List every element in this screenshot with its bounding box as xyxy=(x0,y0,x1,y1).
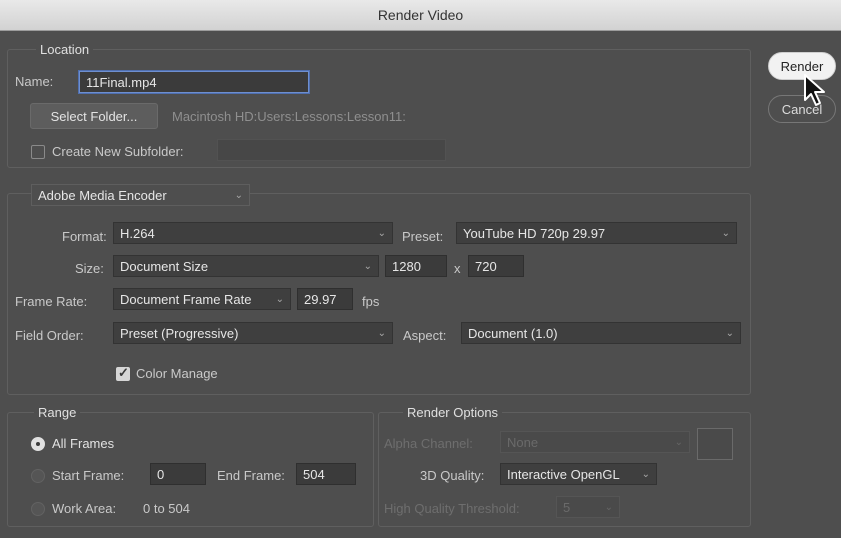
frame-rate-label: Frame Rate: xyxy=(15,294,88,309)
create-subfolder-checkbox[interactable] xyxy=(31,145,45,159)
window-title: Render Video xyxy=(0,0,841,31)
field-order-select[interactable]: Preset (Progressive) ⌄ xyxy=(113,322,393,344)
chevron-down-icon: ⌄ xyxy=(363,261,372,272)
end-frame-label: End Frame: xyxy=(217,468,285,483)
chevron-down-icon: ⌄ xyxy=(725,328,734,339)
size-label: Size: xyxy=(75,261,104,276)
range-legend: Range xyxy=(34,405,81,420)
chevron-down-icon: ⌄ xyxy=(377,228,386,239)
field-order-label: Field Order: xyxy=(15,328,84,343)
work-area-label: Work Area: xyxy=(52,501,117,516)
quality-threshold-select[interactable]: 5 ⌄ xyxy=(556,496,620,518)
format-select-value: H.264 xyxy=(120,226,155,241)
name-label: Name: xyxy=(15,74,54,89)
width-input[interactable]: 1280 xyxy=(385,255,447,277)
start-frame-label: Start Frame: xyxy=(52,468,125,483)
location-legend: Location xyxy=(36,42,94,57)
aspect-select-value: Document (1.0) xyxy=(468,326,558,341)
mouse-pointer-icon xyxy=(804,74,825,106)
encoder-select-value: Adobe Media Encoder xyxy=(38,188,167,203)
quality-select[interactable]: Interactive OpenGL ⌄ xyxy=(500,463,657,485)
quality-select-value: Interactive OpenGL xyxy=(507,467,620,482)
alpha-color-swatch[interactable] xyxy=(697,428,733,460)
all-frames-radio[interactable] xyxy=(31,437,45,451)
preset-select[interactable]: YouTube HD 720p 29.97 ⌄ xyxy=(456,222,737,244)
format-select[interactable]: H.264 ⌄ xyxy=(113,222,393,244)
chevron-down-icon: ⌄ xyxy=(674,437,683,448)
fps-input[interactable]: 29.97 xyxy=(297,288,353,310)
start-frame-radio[interactable] xyxy=(31,469,45,483)
chevron-down-icon: ⌄ xyxy=(377,328,386,339)
aspect-label: Aspect: xyxy=(403,328,447,343)
subfolder-name-input[interactable] xyxy=(217,139,446,161)
quality-label: 3D Quality: xyxy=(420,468,485,483)
render-video-dialog: Location Name: 11Final.mp4 Select Folder… xyxy=(0,31,841,538)
format-label: Format: xyxy=(62,229,107,244)
file-name-input[interactable]: 11Final.mp4 xyxy=(79,71,309,93)
render-options-legend: Render Options xyxy=(403,405,503,420)
alpha-channel-label: Alpha Channel: xyxy=(384,436,473,451)
fps-label: fps xyxy=(362,294,380,309)
quality-threshold-label: High Quality Threshold: xyxy=(384,501,520,516)
chevron-down-icon: ⌄ xyxy=(604,502,613,513)
aspect-select[interactable]: Document (1.0) ⌄ xyxy=(461,322,741,344)
quality-threshold-value: 5 xyxy=(563,500,571,515)
select-folder-button[interactable]: Select Folder... xyxy=(30,103,158,129)
preset-select-value: YouTube HD 720p 29.97 xyxy=(463,226,606,241)
chevron-down-icon: ⌄ xyxy=(234,190,243,201)
color-manage-checkbox[interactable] xyxy=(116,365,130,381)
chevron-down-icon: ⌄ xyxy=(721,228,730,239)
all-frames-label: All Frames xyxy=(52,436,115,451)
size-select[interactable]: Document Size ⌄ xyxy=(113,255,379,277)
chevron-down-icon: ⌄ xyxy=(641,469,650,480)
encoder-select[interactable]: Adobe Media Encoder ⌄ xyxy=(31,184,250,206)
work-area-value: 0 to 504 xyxy=(143,501,190,516)
color-manage-label: Color Manage xyxy=(136,366,218,381)
field-order-select-value: Preset (Progressive) xyxy=(120,326,239,341)
start-frame-input[interactable]: 0 xyxy=(150,463,206,485)
size-select-value: Document Size xyxy=(120,259,209,274)
frame-rate-select[interactable]: Document Frame Rate ⌄ xyxy=(113,288,291,310)
height-input[interactable]: 720 xyxy=(468,255,524,277)
frame-rate-select-value: Document Frame Rate xyxy=(120,292,252,307)
alpha-channel-select[interactable]: None ⌄ xyxy=(500,431,690,453)
work-area-radio[interactable] xyxy=(31,502,45,516)
end-frame-input[interactable]: 504 xyxy=(296,463,356,485)
create-subfolder-label: Create New Subfolder: xyxy=(52,144,184,159)
folder-path: Macintosh HD:Users:Lessons:Lesson11: xyxy=(172,109,406,124)
chevron-down-icon: ⌄ xyxy=(275,294,284,305)
alpha-channel-select-value: None xyxy=(507,435,539,450)
dimension-separator: x xyxy=(454,261,461,276)
preset-label: Preset: xyxy=(402,229,444,244)
